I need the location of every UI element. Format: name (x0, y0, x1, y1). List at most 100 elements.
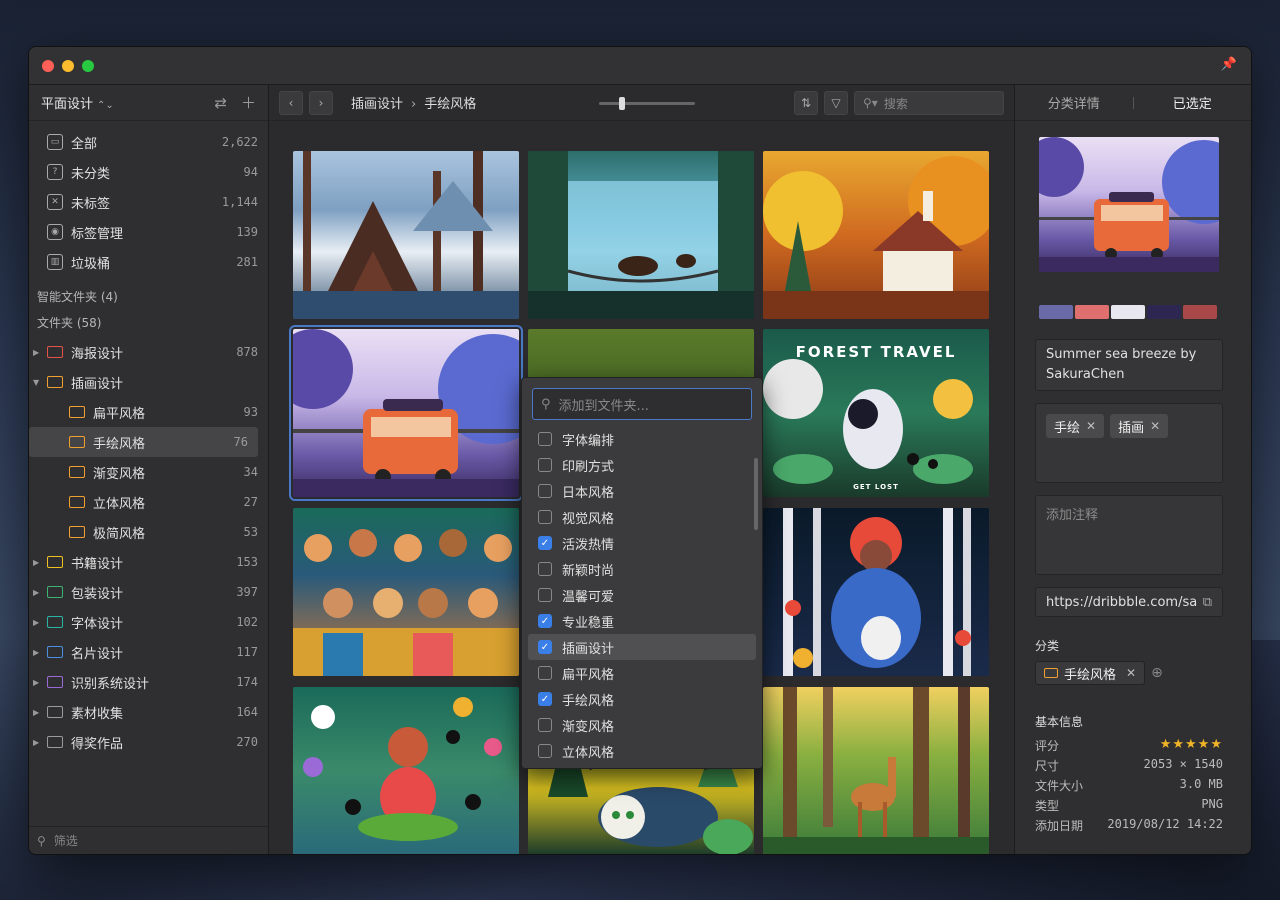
folder-option[interactable]: 日本风格 (528, 478, 756, 504)
folder-option[interactable]: 温馨可爱 (528, 582, 756, 608)
nav-item-all[interactable]: ▭ 全部 2,622 (29, 127, 268, 157)
checkbox[interactable] (538, 718, 552, 732)
folder-3d[interactable]: 立体风格 27 (29, 487, 268, 517)
image-thumbnail[interactable] (528, 151, 754, 319)
folder-option[interactable]: 渐变风格 (528, 712, 756, 738)
nav-item-tag-manager[interactable]: ◉ 标签管理 139 (29, 217, 268, 247)
forward-button[interactable]: › (309, 90, 333, 115)
breadcrumb-current[interactable]: 手绘风格 (424, 97, 476, 112)
library-switcher[interactable]: 平面设计 ⌃⌄ (41, 93, 200, 112)
image-thumbnail[interactable] (763, 687, 989, 854)
nav-item-trash[interactable]: ▥ 垃圾桶 281 (29, 247, 268, 277)
chevron-right-icon[interactable]: ▶ (33, 348, 45, 357)
swap-icon[interactable]: ⇄ (214, 94, 227, 112)
folder-flat[interactable]: 扁平风格 93 (29, 397, 268, 427)
back-button[interactable]: ‹ (279, 90, 303, 115)
color-swatch[interactable] (1039, 305, 1073, 319)
folder-minimal[interactable]: 极简风格 53 (29, 517, 268, 547)
checkbox[interactable] (538, 562, 552, 576)
image-thumbnail[interactable] (763, 151, 989, 319)
chevron-right-icon[interactable]: ▶ (33, 708, 45, 717)
zoom-window-button[interactable] (82, 60, 94, 72)
folder-option[interactable]: 扁平风格 (528, 660, 756, 686)
folder-option[interactable]: 立体风格 (528, 738, 756, 764)
checkbox-checked[interactable]: ✓ (538, 536, 552, 550)
folder-option[interactable]: 新颖时尚 (528, 556, 756, 582)
filter-button[interactable]: ▽ (824, 91, 848, 115)
chevron-right-icon[interactable]: ▶ (33, 618, 45, 627)
scrollbar[interactable] (754, 458, 758, 530)
folder-option[interactable]: ✓ 插画设计 (528, 634, 756, 660)
filter-bar[interactable]: ⚲ 筛选 (29, 826, 268, 854)
checkbox[interactable] (538, 484, 552, 498)
checkbox[interactable] (538, 744, 552, 758)
slider-knob[interactable] (619, 97, 625, 110)
chevron-right-icon[interactable]: ▶ (33, 678, 45, 687)
folder-assets[interactable]: ▶ 素材收集 164 (29, 697, 268, 727)
folder-gradient[interactable]: 渐变风格 34 (29, 457, 268, 487)
folder-illustration[interactable]: ▼ 插画设计 (29, 367, 268, 397)
image-thumbnail[interactable]: FOREST TRAVEL GET LOST (763, 329, 989, 497)
color-swatch[interactable] (1111, 305, 1145, 319)
add-icon[interactable]: ＋ (241, 92, 256, 113)
color-swatch[interactable] (1183, 305, 1217, 319)
tag-chip[interactable]: 手绘 ✕ (1046, 414, 1105, 438)
tab-selected[interactable]: 已选定 (1134, 93, 1252, 112)
folder-awards[interactable]: ▶ 得奖作品 270 (29, 727, 268, 757)
close-window-button[interactable] (42, 60, 54, 72)
image-thumbnail[interactable] (293, 151, 519, 319)
chevron-right-icon[interactable]: ▶ (33, 588, 45, 597)
note-field[interactable]: 添加注释 (1035, 495, 1223, 575)
category-chip[interactable]: 手绘风格 ✕ (1035, 661, 1146, 685)
chevron-right-icon[interactable]: ▶ (33, 558, 45, 567)
pin-icon[interactable]: 📌 (1221, 57, 1237, 72)
breadcrumb-parent[interactable]: 插画设计 (351, 97, 403, 112)
checkbox[interactable] (538, 432, 552, 446)
add-category-icon[interactable]: ⊕ (1151, 665, 1163, 681)
sort-button[interactable]: ⇅ (794, 91, 818, 115)
image-thumbnail-selected[interactable] (289, 325, 523, 501)
search-input[interactable]: ⚲▾ 搜索 (854, 91, 1004, 115)
checkbox-checked[interactable]: ✓ (538, 692, 552, 706)
folder-typeface[interactable]: ▶ 字体设计 102 (29, 607, 268, 637)
folder-handdrawn[interactable]: 手绘风格 76 (29, 427, 258, 457)
checkbox[interactable] (538, 666, 552, 680)
folder-option[interactable]: ✓ 专业稳重 (528, 608, 756, 634)
image-thumbnail[interactable] (293, 687, 519, 854)
remove-category-icon[interactable]: ✕ (1126, 666, 1136, 680)
checkbox[interactable] (538, 510, 552, 524)
chevron-right-icon[interactable]: ▶ (33, 648, 45, 657)
folder-packaging[interactable]: ▶ 包装设计 397 (29, 577, 268, 607)
tag-chip[interactable]: 插画 ✕ (1110, 414, 1169, 438)
title-field[interactable]: Summer sea breeze by SakuraChen (1035, 339, 1223, 391)
tags-field[interactable]: 手绘 ✕ 插画 ✕ (1035, 403, 1223, 483)
folder-option[interactable]: 印刷方式 (528, 452, 756, 478)
folders-section[interactable]: 文件夹 (58) (29, 311, 268, 333)
nav-item-untagged[interactable]: ✕ 未标签 1,144 (29, 187, 268, 217)
image-thumbnail[interactable] (293, 508, 519, 676)
folder-poster[interactable]: ▶ 海报设计 878 (29, 337, 268, 367)
external-link-icon[interactable]: ⧉ (1203, 595, 1212, 610)
folder-identity[interactable]: ▶ 识别系统设计 174 (29, 667, 268, 697)
tab-category-details[interactable]: 分类详情 (1015, 93, 1133, 112)
folder-businesscard[interactable]: ▶ 名片设计 117 (29, 637, 268, 667)
image-preview[interactable] (1039, 137, 1219, 272)
chevron-down-icon[interactable]: ▼ (33, 378, 45, 387)
remove-tag-icon[interactable]: ✕ (1150, 419, 1160, 433)
folder-option[interactable]: 视觉风格 (528, 504, 756, 530)
thumbnail-size-slider[interactable] (599, 97, 695, 110)
folder-option[interactable]: 字体编排 (528, 426, 756, 452)
checkbox-checked[interactable]: ✓ (538, 640, 552, 654)
color-swatch[interactable] (1075, 305, 1109, 319)
checkbox[interactable] (538, 458, 552, 472)
remove-tag-icon[interactable]: ✕ (1086, 419, 1096, 433)
minimize-window-button[interactable] (62, 60, 74, 72)
url-field[interactable]: https://dribbble.com/sa ⧉ (1035, 587, 1223, 617)
smart-folders-section[interactable]: 智能文件夹 (4) (29, 285, 268, 307)
image-thumbnail[interactable] (763, 508, 989, 676)
checkbox[interactable] (538, 588, 552, 602)
folder-search-input[interactable]: ⚲ 添加到文件夹... (532, 388, 752, 420)
checkbox-checked[interactable]: ✓ (538, 614, 552, 628)
rating-stars[interactable]: ★★★★★ (1160, 737, 1223, 754)
chevron-right-icon[interactable]: ▶ (33, 738, 45, 747)
